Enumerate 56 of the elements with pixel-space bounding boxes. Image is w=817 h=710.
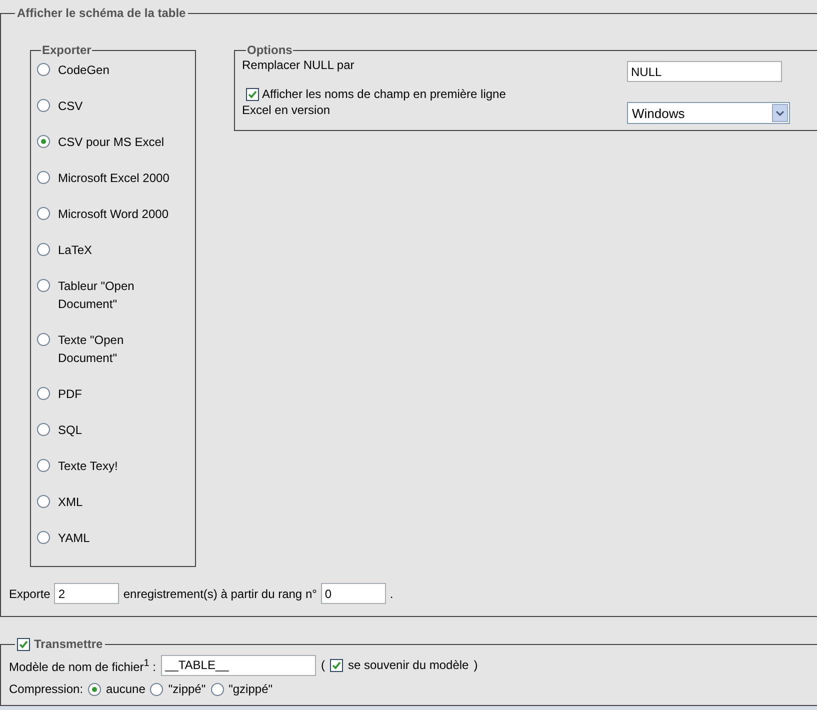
parenthesis-text: ) bbox=[474, 657, 478, 674]
excel-version-select[interactable]: Windows bbox=[627, 102, 790, 124]
group-title: Options bbox=[246, 43, 294, 57]
radio-label: CodeGen bbox=[58, 62, 110, 79]
checkbox-label: se souvenir du modèle bbox=[348, 657, 469, 674]
panel-title: Afficher le schéma de la table bbox=[16, 6, 187, 20]
radio-button[interactable] bbox=[37, 135, 50, 148]
field-label: Excel en version bbox=[242, 102, 332, 118]
checkbox-label: Afficher les noms de champ en première ligne bbox=[262, 86, 506, 102]
period-text: . bbox=[390, 586, 394, 602]
radio-label: CSV bbox=[58, 98, 83, 115]
checkbox[interactable] bbox=[330, 659, 343, 672]
radio-label: LaTeX bbox=[58, 242, 92, 259]
null-replacement-field[interactable]: NULL bbox=[627, 61, 782, 82]
radio-button[interactable] bbox=[37, 63, 50, 76]
parenthesis-text: ( bbox=[320, 657, 325, 674]
start-row-field[interactable]: 0 bbox=[320, 583, 386, 604]
radio-label: CSV pour MS Excel bbox=[58, 134, 164, 151]
panel-title: Transmettre bbox=[34, 637, 103, 651]
radio-label: Microsoft Word 2000 bbox=[58, 206, 168, 223]
checkbox[interactable] bbox=[17, 638, 30, 650]
radio-label: Tableur "Open Document" bbox=[58, 278, 136, 313]
radio-label: XML bbox=[58, 494, 83, 511]
checkbox[interactable] bbox=[246, 88, 259, 100]
range-label: enregistrement(s) à partir du rang n° bbox=[123, 586, 317, 602]
radio-label: Texte Texy! bbox=[58, 458, 118, 475]
radio-label: PDF bbox=[58, 386, 82, 403]
caret-icon bbox=[776, 110, 784, 116]
radio-label: aucune bbox=[106, 681, 146, 698]
group-title: Exporter bbox=[41, 43, 92, 57]
radio-label: SQL bbox=[58, 422, 82, 439]
field-label: Modèle de nom de fichier$^{1}$ : bbox=[9, 657, 156, 676]
field-label: Compression: bbox=[9, 681, 84, 698]
radio-button[interactable] bbox=[37, 171, 50, 184]
field-label: Remplacer NULL par bbox=[242, 57, 356, 73]
radio-label: YAML bbox=[58, 530, 90, 547]
radio-button[interactable] bbox=[37, 207, 50, 220]
radio-button[interactable] bbox=[37, 243, 50, 256]
record-count-field[interactable]: 2 bbox=[54, 583, 120, 604]
radio-label: Microsoft Excel 2000 bbox=[58, 170, 170, 187]
radio-button[interactable] bbox=[37, 333, 50, 346]
radio-button[interactable] bbox=[37, 531, 50, 544]
radio-button[interactable] bbox=[150, 683, 164, 696]
radio-button[interactable] bbox=[88, 683, 102, 696]
radio-label: Texte "Open Document" bbox=[58, 332, 125, 367]
radio-button[interactable] bbox=[37, 495, 50, 508]
radio-button[interactable] bbox=[37, 99, 50, 112]
export-label: Exporte bbox=[9, 586, 50, 602]
radio-button[interactable] bbox=[37, 279, 50, 292]
filename-template-field[interactable]: __TABLE__ bbox=[160, 655, 316, 676]
radio-label: "zippé" bbox=[168, 681, 206, 698]
radio-button[interactable] bbox=[37, 387, 50, 400]
radio-label: "gzippé" bbox=[228, 681, 273, 698]
radio-button[interactable] bbox=[37, 459, 50, 472]
radio-button[interactable] bbox=[37, 423, 50, 436]
radio-button[interactable] bbox=[210, 683, 224, 696]
